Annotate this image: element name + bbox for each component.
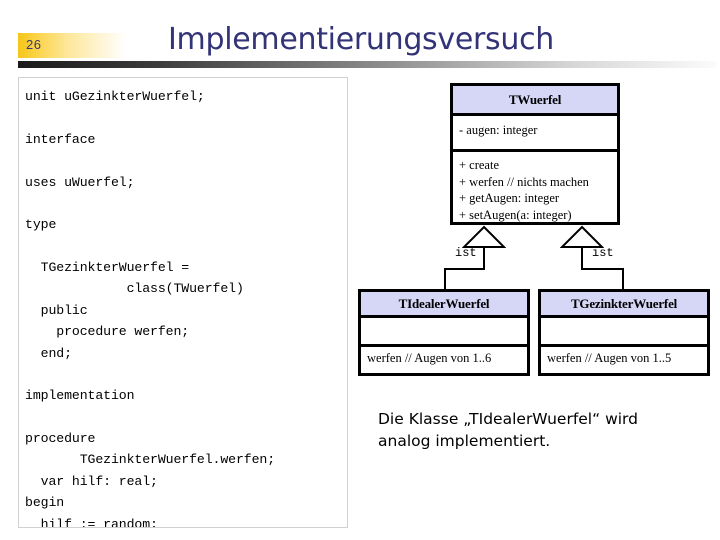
uml-operation: + setAugen(a: integer) <box>459 207 572 222</box>
relation-label-ist-right: ist <box>592 246 614 260</box>
page-title: Implementierungsversuch <box>168 22 554 57</box>
uml-class-tgezinkterwuerfel[interactable]: TGezinkterWuerfel werfen // Augen von 1.… <box>538 289 710 376</box>
caption-line-2: analog implementiert. <box>378 432 551 451</box>
uml-operations-twuerfel: + create + werfen // nichts machen + get… <box>453 149 617 226</box>
inheritance-line-right-drop <box>622 268 624 290</box>
inheritance-line-right-horizontal <box>581 268 624 270</box>
inheritance-line-left-vertical <box>483 247 485 269</box>
source-code: unit uGezinkterWuerfel; interface uses u… <box>25 89 276 528</box>
uml-operation: werfen // Augen von 1..5 <box>547 351 672 365</box>
slide-canvas: 26 Implementierungsversuch unit uGezinkt… <box>0 0 720 540</box>
uml-operation: werfen // Augen von 1..6 <box>367 351 492 365</box>
uml-operation: + create <box>459 158 500 172</box>
uml-class-tidealerwuerfel[interactable]: TIdealerWuerfel werfen // Augen von 1..6 <box>358 289 530 376</box>
caption-text: Die Klasse „TIdealerWuerfel“ wird analog… <box>378 408 708 453</box>
inheritance-line-right-vertical <box>581 247 583 269</box>
title-divider-bar <box>18 61 716 68</box>
uml-class-name-twuerfel: TWuerfel <box>453 86 617 116</box>
uml-operations-tidealerwuerfel: werfen // Augen von 1..6 <box>361 344 527 370</box>
slide-number: 26 <box>26 37 42 52</box>
uml-operation: + getAugen: integer <box>459 191 560 205</box>
inheritance-line-left-drop <box>444 268 446 290</box>
uml-attributes-tgezinkterwuerfel <box>541 318 707 344</box>
uml-class-name-tgezinkterwuerfel: TGezinkterWuerfel <box>541 292 707 318</box>
uml-attributes-tidealerwuerfel <box>361 318 527 344</box>
uml-operations-tgezinkterwuerfel: werfen // Augen von 1..5 <box>541 344 707 370</box>
uml-attribute: - augen: integer <box>459 123 538 137</box>
uml-operation: + werfen // nichts machen <box>459 174 589 189</box>
uml-attributes-twuerfel: - augen: integer <box>453 116 617 149</box>
inheritance-line-left-horizontal <box>444 268 485 270</box>
caption-line-1: Die Klasse „TIdealerWuerfel“ wird <box>378 410 638 428</box>
relation-label-ist-left: ist <box>455 246 477 260</box>
uml-class-twuerfel[interactable]: TWuerfel - augen: integer + create + wer… <box>450 83 620 225</box>
uml-class-name-tidealerwuerfel: TIdealerWuerfel <box>361 292 527 318</box>
code-panel[interactable]: unit uGezinkterWuerfel; interface uses u… <box>18 77 348 528</box>
